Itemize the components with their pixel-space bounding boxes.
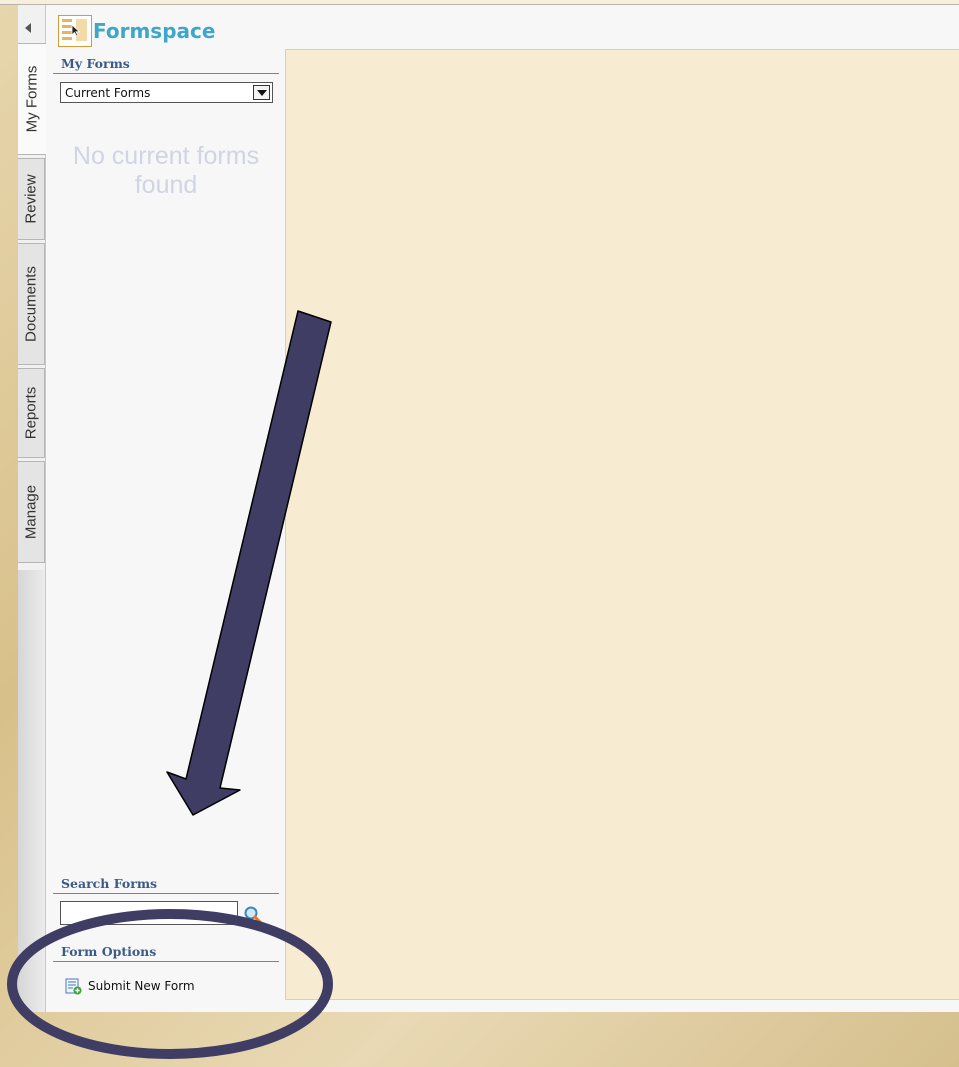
tab-label: Manage [22,484,40,540]
tab-manage[interactable]: Manage [18,461,45,563]
tab-label: My Forms [23,65,41,133]
tab-label: Reports [22,386,40,440]
chevron-down-icon[interactable] [253,85,270,100]
formspace-logo-icon [58,15,92,47]
tab-documents[interactable]: Documents [18,243,45,365]
dropdown-value: Current Forms [65,86,151,100]
search-forms-heading: Search Forms [53,876,279,894]
tab-label: Review [22,174,40,224]
submit-new-form-label: Submit New Form [88,979,195,993]
submit-new-form-link[interactable]: Submit New Form [65,975,195,997]
app-title: Formspace [93,19,216,43]
tab-reports[interactable]: Reports [18,368,45,458]
vertical-tab-strip: My Forms Review Documents Reports Manage [18,5,46,1012]
sidebar: Formspace My Forms Current Forms No curr… [53,5,281,1012]
search-icon[interactable] [243,905,263,925]
tab-strip-filler [18,570,46,1012]
empty-forms-message: No current forms found [72,142,260,199]
tab-review[interactable]: Review [18,158,45,240]
form-add-icon [65,978,82,994]
form-options-heading: Form Options [53,944,279,962]
tab-my-forms[interactable]: My Forms [18,43,46,155]
collapse-arrow-icon[interactable] [25,23,31,33]
my-forms-heading: My Forms [53,56,279,74]
search-input[interactable] [60,901,238,925]
main-content-panel [285,49,959,1000]
tab-label: Documents [22,266,40,342]
forms-filter-dropdown[interactable]: Current Forms [60,82,273,103]
